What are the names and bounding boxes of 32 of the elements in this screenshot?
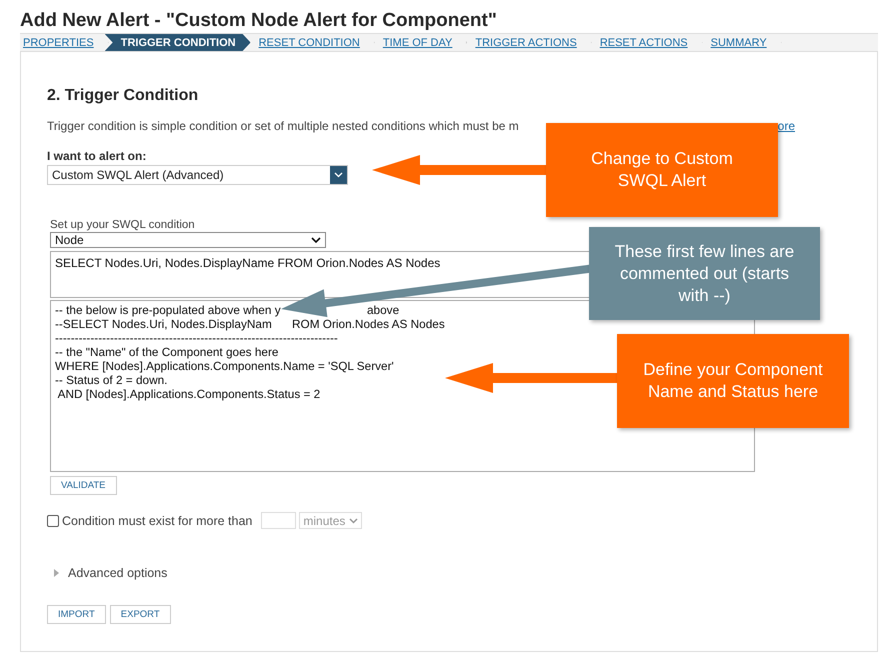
duration-field[interactable] — [261, 512, 296, 529]
toolbar-button[interactable]: EXPORT — [110, 605, 171, 624]
code-text: -- the "Name" of the Component goes here — [55, 345, 278, 359]
page-title: Add New Alert - "Custom Node Alert for Component" — [19, 9, 498, 33]
alert-type-dropdown[interactable]: Custom SWQL Alert (Advanced) — [47, 165, 348, 185]
annotation-tooltip: Change to Custom SWQL Alert — [546, 123, 778, 217]
chevron-down-icon — [311, 237, 321, 243]
code-text: WHERE [Nodes].Applications.Components.Name = 'SQL Server' — [55, 359, 394, 373]
section-description: Trigger condition is simple condition or set of multiple nested conditions which must be m — [47, 119, 519, 133]
code-text: AND [Nodes].Applications.Components.Status = 2 — [56, 387, 320, 401]
validate-button[interactable]: VALIDATE — [50, 476, 117, 495]
learn-more-link[interactable]: ore — [778, 119, 795, 133]
code-text: ------------------------------------------------------------------------ — [55, 331, 338, 345]
code-text: ROM Orion.Nodes AS Nodes — [292, 317, 445, 331]
chevron-down-icon — [334, 172, 343, 178]
section-heading: 2. Trigger Condition — [47, 87, 200, 105]
condition-checkbox[interactable] — [47, 514, 59, 526]
condition-label: Condition must exist for more than — [62, 514, 252, 528]
annotation-tooltip: These first few lines are commented out (starts with --) — [589, 227, 820, 320]
advanced-options-toggle[interactable]: Advanced options — [53, 566, 851, 580]
toolbar-button[interactable]: IMPORT — [47, 605, 106, 624]
code-text: above — [367, 303, 400, 317]
expand-triangle-icon — [53, 569, 60, 577]
code-text: --SELECT Nodes.Uri, Nodes.DisplayNam — [55, 317, 272, 331]
alert-on-label: I want to alert on: — [47, 149, 146, 163]
code-text: -- the below is pre-populated above when y — [55, 303, 281, 317]
wizard-step-tab[interactable]: TRIGGER CONDITION — [104, 34, 251, 51]
chevron-down-icon — [349, 518, 358, 524]
object-type-dropdown[interactable]: Node — [50, 232, 326, 248]
swql-label: Set up your SWQL condition — [50, 219, 196, 231]
code-text: -- Status of 2 = down. — [55, 373, 168, 387]
annotation-tooltip: Define your Component Name and Status here — [617, 334, 849, 428]
